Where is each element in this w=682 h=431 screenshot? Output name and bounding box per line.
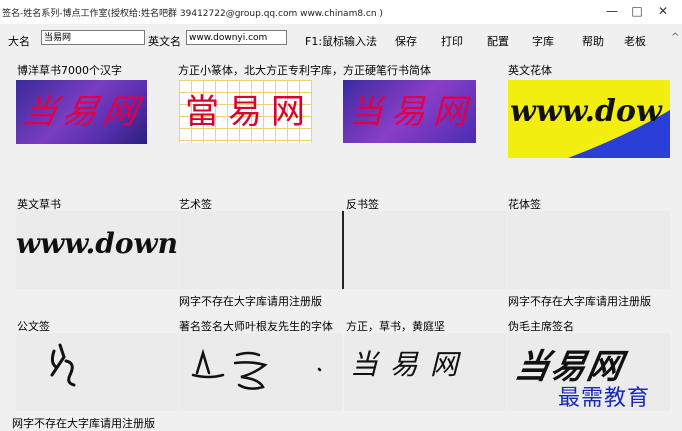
menu-boss[interactable]: 老板 xyxy=(624,33,646,49)
title-bar: 签名-姓名系列-博点工作室(授权给:姓名吧群 39412722@group.qq… xyxy=(0,0,682,24)
minimize-icon[interactable]: — xyxy=(601,4,623,18)
caption-en-fancy: 英文花体 xyxy=(508,64,552,77)
caption-reverse-sign: 反书签 xyxy=(346,198,379,211)
window-title: 签名-姓名系列-博点工作室(授权给:姓名吧群 39412722@group.qq… xyxy=(2,9,383,19)
sample-en-cursive-text: www.down xyxy=(16,227,178,260)
official-sign-panel[interactable] xyxy=(16,333,178,411)
sample-seal-panel[interactable]: 當易网 xyxy=(179,80,312,143)
art-sign-panel[interactable] xyxy=(179,211,342,289)
scroll-up-icon[interactable]: ^ xyxy=(671,32,679,43)
close-icon[interactable]: ✕ xyxy=(652,4,674,18)
menu-save[interactable]: 保存 xyxy=(395,33,417,49)
sample-en-cursive-panel[interactable]: www.down xyxy=(16,211,178,289)
sample-en-fancy-panel[interactable]: www.dow xyxy=(508,80,670,158)
huang-tingjian-panel[interactable]: 当易网 xyxy=(344,333,507,411)
official-sign-stroke xyxy=(50,343,76,387)
menu-print[interactable]: 打印 xyxy=(441,33,463,49)
caption-official-sign: 公文签 xyxy=(17,320,50,333)
caption-huang-tingjian: 方正，草书，黄庭坚 xyxy=(346,320,445,333)
reverse-sign-panel[interactable] xyxy=(344,211,507,289)
menu-config[interactable]: 配置 xyxy=(487,33,509,49)
ye-genyou-panel[interactable] xyxy=(179,333,342,411)
en-name-label: 英文名 xyxy=(148,35,181,48)
sample-pen-text: 当易网 xyxy=(349,92,475,132)
name-label: 大名 xyxy=(8,35,30,48)
en-name-input[interactable]: www.downyi.com xyxy=(186,30,287,45)
caption-bo-yang: 博洋草书7000个汉字 xyxy=(17,64,122,77)
sample-pen-panel[interactable]: 当易网 xyxy=(343,80,476,143)
ye-genyou-stroke xyxy=(191,348,322,390)
menu-help[interactable]: 帮助 xyxy=(582,33,604,49)
sample-seal-text: 當易网 xyxy=(185,92,312,132)
sample-cursive-panel[interactable]: 当易网 xyxy=(16,80,147,144)
sample-en-fancy-text: www.dow xyxy=(510,94,662,129)
sample-huang-text: 当易网 xyxy=(350,348,471,381)
note-art-sign: 网字不存在大字库请用注册版 xyxy=(179,295,322,308)
caption-en-cursive: 英文草书 xyxy=(17,198,61,211)
caption-flower-sign: 花体签 xyxy=(508,198,541,211)
flower-sign-panel[interactable] xyxy=(508,211,670,289)
caption-ye-genyou: 著名签名大师叶根友先生的字体 xyxy=(179,320,333,333)
note-flower-sign: 网字不存在大字库请用注册版 xyxy=(508,295,651,308)
menu-fonts[interactable]: 字库 xyxy=(532,33,554,49)
note-official-sign: 网字不存在大字库请用注册版 xyxy=(12,417,155,430)
caption-art-sign: 艺术签 xyxy=(179,198,212,211)
maximize-icon[interactable]: □ xyxy=(626,4,648,18)
menu-input-method[interactable]: F1:鼠标输入法 xyxy=(305,33,377,49)
caption-mao-sign: 伪毛主席签名 xyxy=(508,320,574,333)
sample-cursive-text: 当易网 xyxy=(19,92,147,132)
name-input[interactable]: 当易网 xyxy=(41,30,145,45)
caption-fangzheng: 方正小篆体，北大方正专利字库，方正硬笔行书简体 xyxy=(178,64,431,77)
watermark-logo: 最需教育 xyxy=(558,386,651,411)
